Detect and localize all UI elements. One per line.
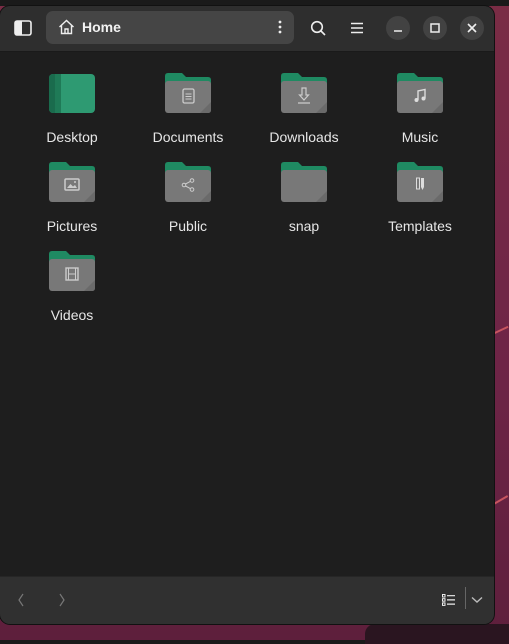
folder-label: Public bbox=[168, 218, 208, 234]
document-folder-icon bbox=[165, 72, 211, 114]
path-bar[interactable]: Home bbox=[46, 11, 294, 44]
folder-item-snap[interactable]: snap bbox=[246, 161, 362, 247]
folder-item-downloads[interactable]: Downloads bbox=[246, 72, 362, 158]
maximize-button[interactable] bbox=[423, 16, 447, 40]
sidebar-icon bbox=[14, 20, 32, 36]
folder-label: Downloads bbox=[269, 129, 339, 145]
hamburger-icon bbox=[350, 22, 364, 34]
folder-label: Templates bbox=[388, 218, 452, 234]
maximize-icon bbox=[430, 23, 440, 33]
home-icon bbox=[58, 19, 75, 35]
path-title: Home bbox=[82, 19, 121, 35]
folder-label: Desktop bbox=[46, 129, 98, 145]
folder-label: Documents bbox=[152, 129, 224, 145]
divider bbox=[465, 587, 466, 609]
music-folder-icon bbox=[397, 72, 443, 114]
folder-item-templates[interactable]: Templates bbox=[362, 161, 478, 247]
close-button[interactable] bbox=[460, 16, 484, 40]
minimize-button[interactable] bbox=[386, 16, 410, 40]
chevron-left-icon[interactable] bbox=[17, 593, 25, 607]
folder-item-pictures[interactable]: Pictures bbox=[14, 161, 130, 247]
dock bbox=[365, 624, 509, 644]
file-manager-window: Home Desktop Documents Downloads Music P… bbox=[0, 6, 494, 624]
vertical-dots-icon[interactable] bbox=[278, 20, 282, 34]
search-icon bbox=[310, 20, 326, 36]
folder-item-documents[interactable]: Documents bbox=[130, 72, 246, 158]
film-folder-icon bbox=[49, 250, 95, 292]
footer-bar bbox=[0, 576, 494, 624]
minimize-icon bbox=[393, 23, 403, 33]
folder-label: Videos bbox=[50, 307, 94, 323]
chevron-down-icon[interactable] bbox=[471, 596, 483, 604]
list-view-icon[interactable] bbox=[442, 594, 455, 606]
none-folder-icon bbox=[281, 161, 327, 203]
folder-label: Music bbox=[401, 129, 439, 145]
share-folder-icon bbox=[165, 161, 211, 203]
search-button[interactable] bbox=[304, 14, 332, 42]
chevron-right-icon[interactable] bbox=[58, 593, 66, 607]
template-folder-icon bbox=[397, 161, 443, 203]
sidebar-toggle-button[interactable] bbox=[9, 14, 37, 42]
folder-label: snap bbox=[288, 218, 320, 234]
download-folder-icon bbox=[281, 72, 327, 114]
main-menu-button[interactable] bbox=[343, 14, 371, 42]
folder-item-music[interactable]: Music bbox=[362, 72, 478, 158]
desktop-folder-folder-icon bbox=[49, 72, 95, 114]
close-icon bbox=[467, 23, 477, 33]
folder-item-videos[interactable]: Videos bbox=[14, 250, 130, 336]
header-bar: Home bbox=[0, 6, 494, 52]
folder-item-desktop[interactable]: Desktop bbox=[14, 72, 130, 158]
folder-label: Pictures bbox=[46, 218, 98, 234]
picture-folder-icon bbox=[49, 161, 95, 203]
folder-item-public[interactable]: Public bbox=[130, 161, 246, 247]
